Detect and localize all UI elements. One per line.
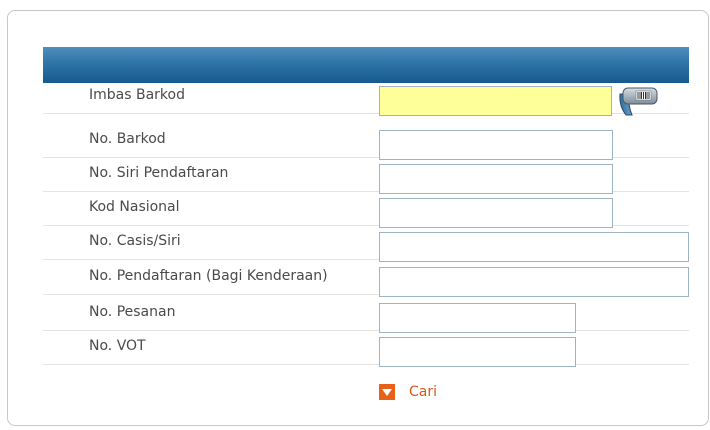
- form-row-no-barkod: No. Barkod: [43, 127, 689, 160]
- imbas-barkod-input[interactable]: [379, 86, 612, 116]
- no-barkod-label: No. Barkod: [89, 131, 166, 147]
- search-button-label: Cari: [409, 384, 437, 400]
- no-siri-pendaftaran-input[interactable]: [379, 164, 613, 194]
- no-vot-input[interactable]: [379, 337, 576, 367]
- search-button[interactable]: Cari: [379, 382, 437, 402]
- form-row-no-pendaftaran-kenderaan: No. Pendaftaran (Bagi Kenderaan): [43, 264, 689, 297]
- imbas-barkod-label: Imbas Barkod: [89, 87, 185, 103]
- kod-nasional-label: Kod Nasional: [89, 199, 180, 215]
- no-vot-label: No. VOT: [89, 338, 146, 354]
- form-row-kod-nasional: Kod Nasional: [43, 195, 689, 228]
- no-casis-siri-input[interactable]: [379, 232, 689, 262]
- no-pendaftaran-kenderaan-label: No. Pendaftaran (Bagi Kenderaan): [89, 268, 328, 284]
- form-row-no-siri-pendaftaran: No. Siri Pendaftaran: [43, 161, 689, 194]
- no-siri-pendaftaran-label: No. Siri Pendaftaran: [89, 165, 229, 181]
- panel-header-bar: [43, 47, 689, 83]
- no-pesanan-label: No. Pesanan: [89, 304, 176, 320]
- chevron-down-icon: [379, 384, 395, 400]
- form-row-imbas-barkod: Imbas Barkod: [43, 83, 689, 116]
- form-row-no-pesanan: No. Pesanan: [43, 300, 689, 333]
- barcode-scanner-icon[interactable]: [615, 82, 661, 118]
- no-pesanan-input[interactable]: [379, 303, 576, 333]
- form-row-no-vot: No. VOT: [43, 334, 689, 367]
- no-casis-siri-label: No. Casis/Siri: [89, 233, 181, 249]
- form-row-no-casis-siri: No. Casis/Siri: [43, 229, 689, 262]
- no-barkod-input[interactable]: [379, 130, 613, 160]
- kod-nasional-input[interactable]: [379, 198, 613, 228]
- no-pendaftaran-kenderaan-input[interactable]: [379, 267, 689, 297]
